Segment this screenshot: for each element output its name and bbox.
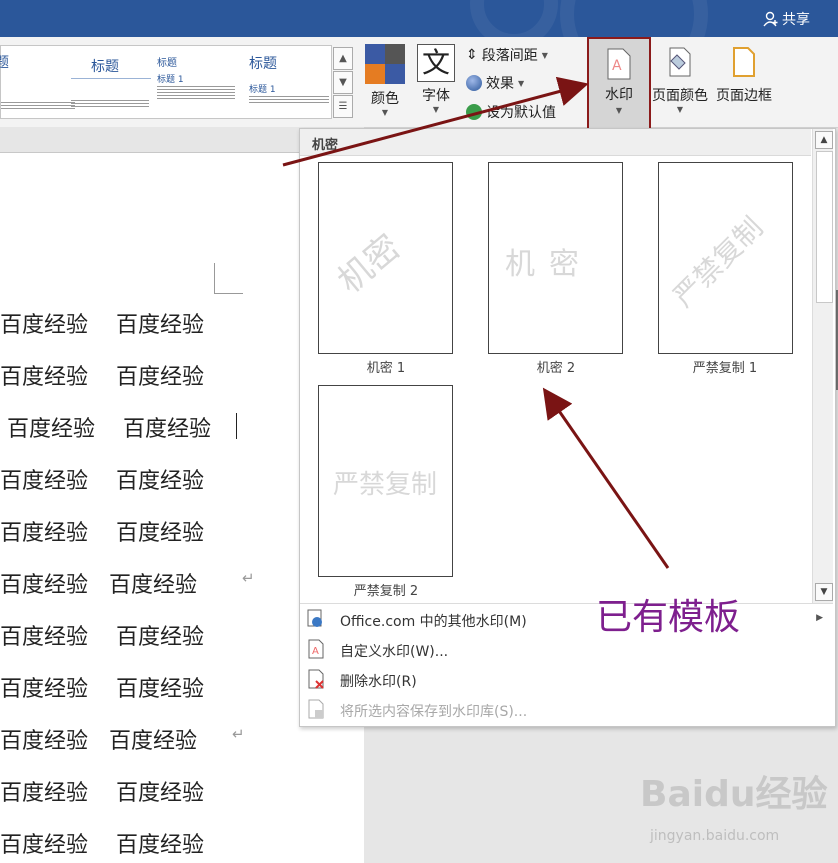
- annotation-arrow: [282, 76, 589, 167]
- annotation-arrows: [282, 76, 670, 569]
- baidu-logo: Baidu经验: [640, 774, 828, 815]
- baidu-url: jingyan.baidu.com: [650, 828, 780, 844]
- annotation-label: 已有模板: [596, 597, 741, 638]
- annotation-arrow: [542, 387, 670, 569]
